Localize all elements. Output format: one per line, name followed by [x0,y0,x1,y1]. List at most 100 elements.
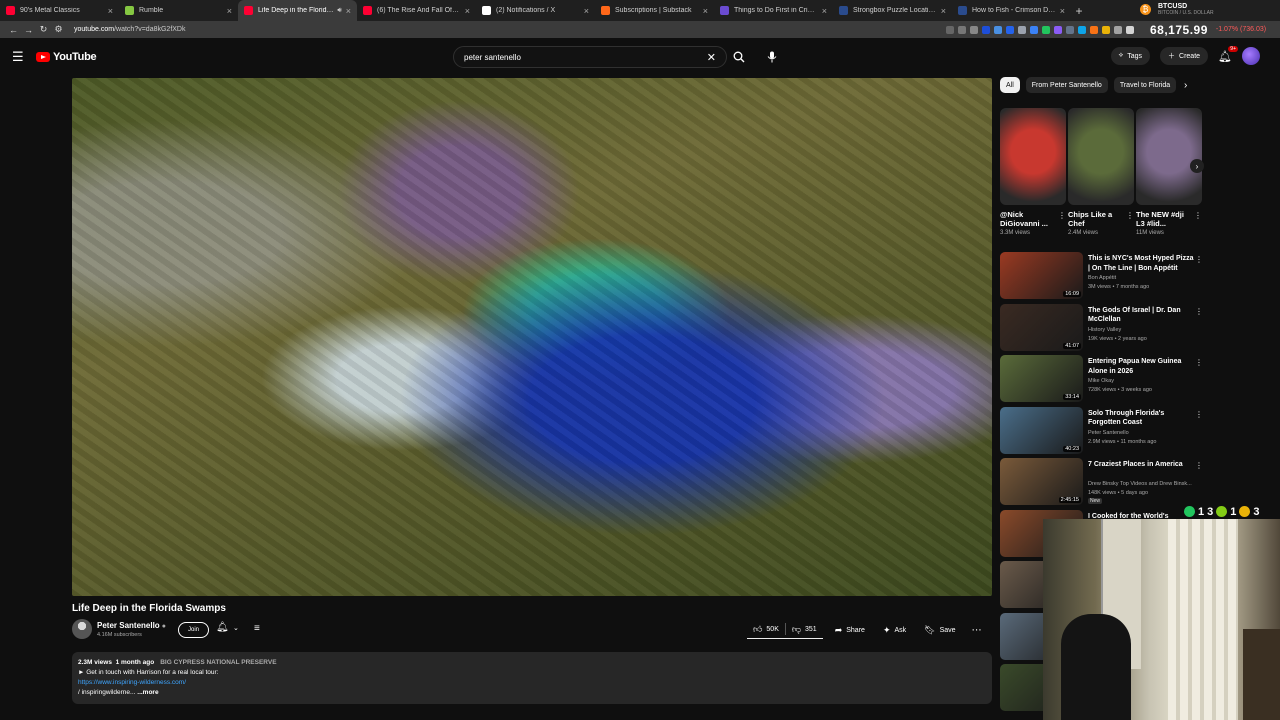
close-tab-icon[interactable]: × [227,6,232,16]
browser-tab[interactable]: Things to Do First in Crimson D × [714,0,833,21]
reload-icon[interactable]: ↻ [36,24,51,35]
search-button[interactable] [729,46,749,68]
more-options-icon[interactable]: ⋮ [1126,211,1134,220]
recommended-video[interactable]: 40:23 Solo Through Florida's Forgotten Co… [1000,406,1205,459]
extensions-puzzle-icon[interactable] [1126,25,1134,34]
share-page-icon[interactable] [958,25,966,34]
close-tab-icon[interactable]: × [1060,6,1065,16]
shorts-next-button[interactable]: › [1190,159,1204,173]
video-channel[interactable]: Bon Appétit [1088,275,1203,281]
extension-icon[interactable] [982,25,990,34]
location-tag[interactable]: BIG CYPRESS NATIONAL PRESERVE [160,659,276,666]
browser-tab[interactable]: Rumble × [119,0,238,21]
account-avatar[interactable] [1242,47,1260,65]
close-tab-icon[interactable]: × [465,6,470,16]
close-tab-icon[interactable]: × [941,6,946,16]
more-options-icon[interactable]: ⋮ [1194,211,1202,220]
recommended-video[interactable]: 33:14 Entering Papua New Guinea Alone in … [1000,355,1205,407]
new-tab-button[interactable]: + [1071,4,1087,18]
chevron-down-icon[interactable]: ⌄ [233,624,239,632]
browser-tab[interactable]: Strongbox Puzzle Locations an × [833,0,952,21]
channel-name-row[interactable]: Peter Santenello ● [97,621,166,630]
close-tab-icon[interactable]: × [346,6,351,16]
youtube-logo[interactable]: YouTube [36,51,97,63]
extension-icon[interactable] [1006,25,1014,34]
more-options-icon[interactable]: ⋮ [1195,358,1203,367]
close-tab-icon[interactable]: × [584,6,589,16]
add-to-queue-icon[interactable]: ≡ [254,623,260,634]
more-options-icon[interactable]: ⋮ [1058,211,1066,220]
description-box[interactable]: 2.3M views 1 month ago BIG CYPRESS NATION… [72,652,992,704]
save-button[interactable]: 🔖︎ Save [918,621,961,639]
video-channel[interactable]: Drew Binsky Top Videos and Drew Binsk... [1088,481,1203,487]
back-icon[interactable]: ← [6,25,21,35]
tab-audio-icon[interactable]: 🔊︎ [337,7,341,15]
recommended-video[interactable]: 41:07 The Gods Of Israel | Dr. Dan McClel… [1000,303,1205,356]
video-channel[interactable]: History Valley [1088,327,1203,333]
subscribed-bell-icon[interactable]: 🔔︎ [216,622,229,633]
filter-chip[interactable]: Travel to Florida [1113,77,1177,93]
extension-icon[interactable] [1054,25,1062,34]
description-link[interactable]: https://www.inspiring-wilderness.com/ [78,679,186,686]
extension-icon[interactable] [1030,25,1038,34]
extension-icon[interactable] [1066,25,1074,34]
browser-tab[interactable]: Life Deep in the Florida Swamps🔊︎ × [238,0,357,21]
short-item[interactable]: The NEW #dji L3 #lid... 11M views ⋮ [1136,108,1202,236]
browser-tab[interactable]: How to Fish - Crimson Desert G × [952,0,1071,21]
browser-tab[interactable]: (2) Notifications / X × [476,0,595,21]
forward-icon[interactable]: → [21,25,36,35]
extension-icon[interactable] [1018,25,1026,34]
notifications-button[interactable]: 🔔︎ 9+ [1218,45,1238,63]
channel-avatar[interactable] [72,619,92,639]
browser-tab[interactable]: Subscriptions | Substack × [595,0,714,21]
close-tab-icon[interactable]: × [703,6,708,16]
more-options-icon[interactable]: ⋮ [1195,461,1203,470]
extension-icon[interactable] [1090,25,1098,34]
ticker-price-bar: 68,175.99 -1.07% (736.03) [1140,21,1280,38]
close-tab-icon[interactable]: × [108,6,113,16]
recommended-video[interactable]: 2:45:15 7 Craziest Places in America Drew … [1000,458,1205,510]
extension-icon[interactable] [1042,25,1050,34]
create-button[interactable]: ＋ Create [1160,47,1209,65]
more-actions-icon[interactable]: ⋯ [972,625,982,636]
chevron-right-icon[interactable]: › [1184,80,1187,91]
short-item[interactable]: Chips Like a Chef 2.4M views ⋮ [1068,108,1134,236]
filter-chip[interactable]: All [1000,77,1020,93]
extension-icon[interactable] [994,25,1002,34]
logo-text: YouTube [53,51,97,63]
save-label: Save [939,626,956,634]
browser-tab[interactable]: 90's Metal Classics × [0,0,119,21]
more-options-icon[interactable]: ⋮ [1195,307,1203,316]
bookmark-star-icon[interactable] [970,25,978,34]
tab-title: Things to Do First in Crimson D [734,7,818,14]
short-item[interactable]: @Nick DiGiovanni ... 3.3M views ⋮ [1000,108,1066,236]
menu-icon[interactable]: ☰ [12,49,30,65]
url-field[interactable]: youtube.com/watch?v=da8kG2fXDk [74,26,946,33]
extension-icon[interactable] [1114,25,1122,34]
voice-search-button[interactable] [763,48,781,66]
close-tab-icon[interactable]: × [822,6,827,16]
recommended-video[interactable]: 16:09 This is NYC's Most Hyped Pizza | On… [1000,252,1205,304]
video-player[interactable] [72,78,992,596]
ask-button[interactable]: ✦ Ask [877,621,912,639]
more-options-icon[interactable]: ⋮ [1195,255,1203,264]
extension-icon[interactable] [1078,25,1086,34]
browser-tab[interactable]: (6) The Rise And Fall Of Southe × [357,0,476,21]
youtube-play-icon [36,52,50,62]
show-more-link[interactable]: ...more [137,689,158,696]
join-button[interactable]: Join [178,622,210,638]
tags-button[interactable]: ⟡ Tags [1110,47,1151,65]
cast-icon[interactable] [946,25,954,34]
video-channel[interactable]: Mike Okay [1088,378,1203,384]
sparkle-icon: ✦ [882,624,891,635]
extension-icon[interactable] [1102,25,1110,34]
more-options-icon[interactable]: ⋮ [1195,410,1203,419]
clear-search-icon[interactable]: ✕ [707,51,716,64]
share-button[interactable]: ➦ Share [829,621,871,639]
site-info-icon[interactable]: ⚙ [51,24,66,35]
dislike-button[interactable]: 👎︎ 351 [786,620,823,638]
search-input[interactable] [464,52,707,62]
filter-chip[interactable]: From Peter Santenello [1025,77,1108,93]
video-channel[interactable]: Peter Santenello [1088,430,1203,436]
like-button[interactable]: 👍︎ 50K [747,620,785,638]
